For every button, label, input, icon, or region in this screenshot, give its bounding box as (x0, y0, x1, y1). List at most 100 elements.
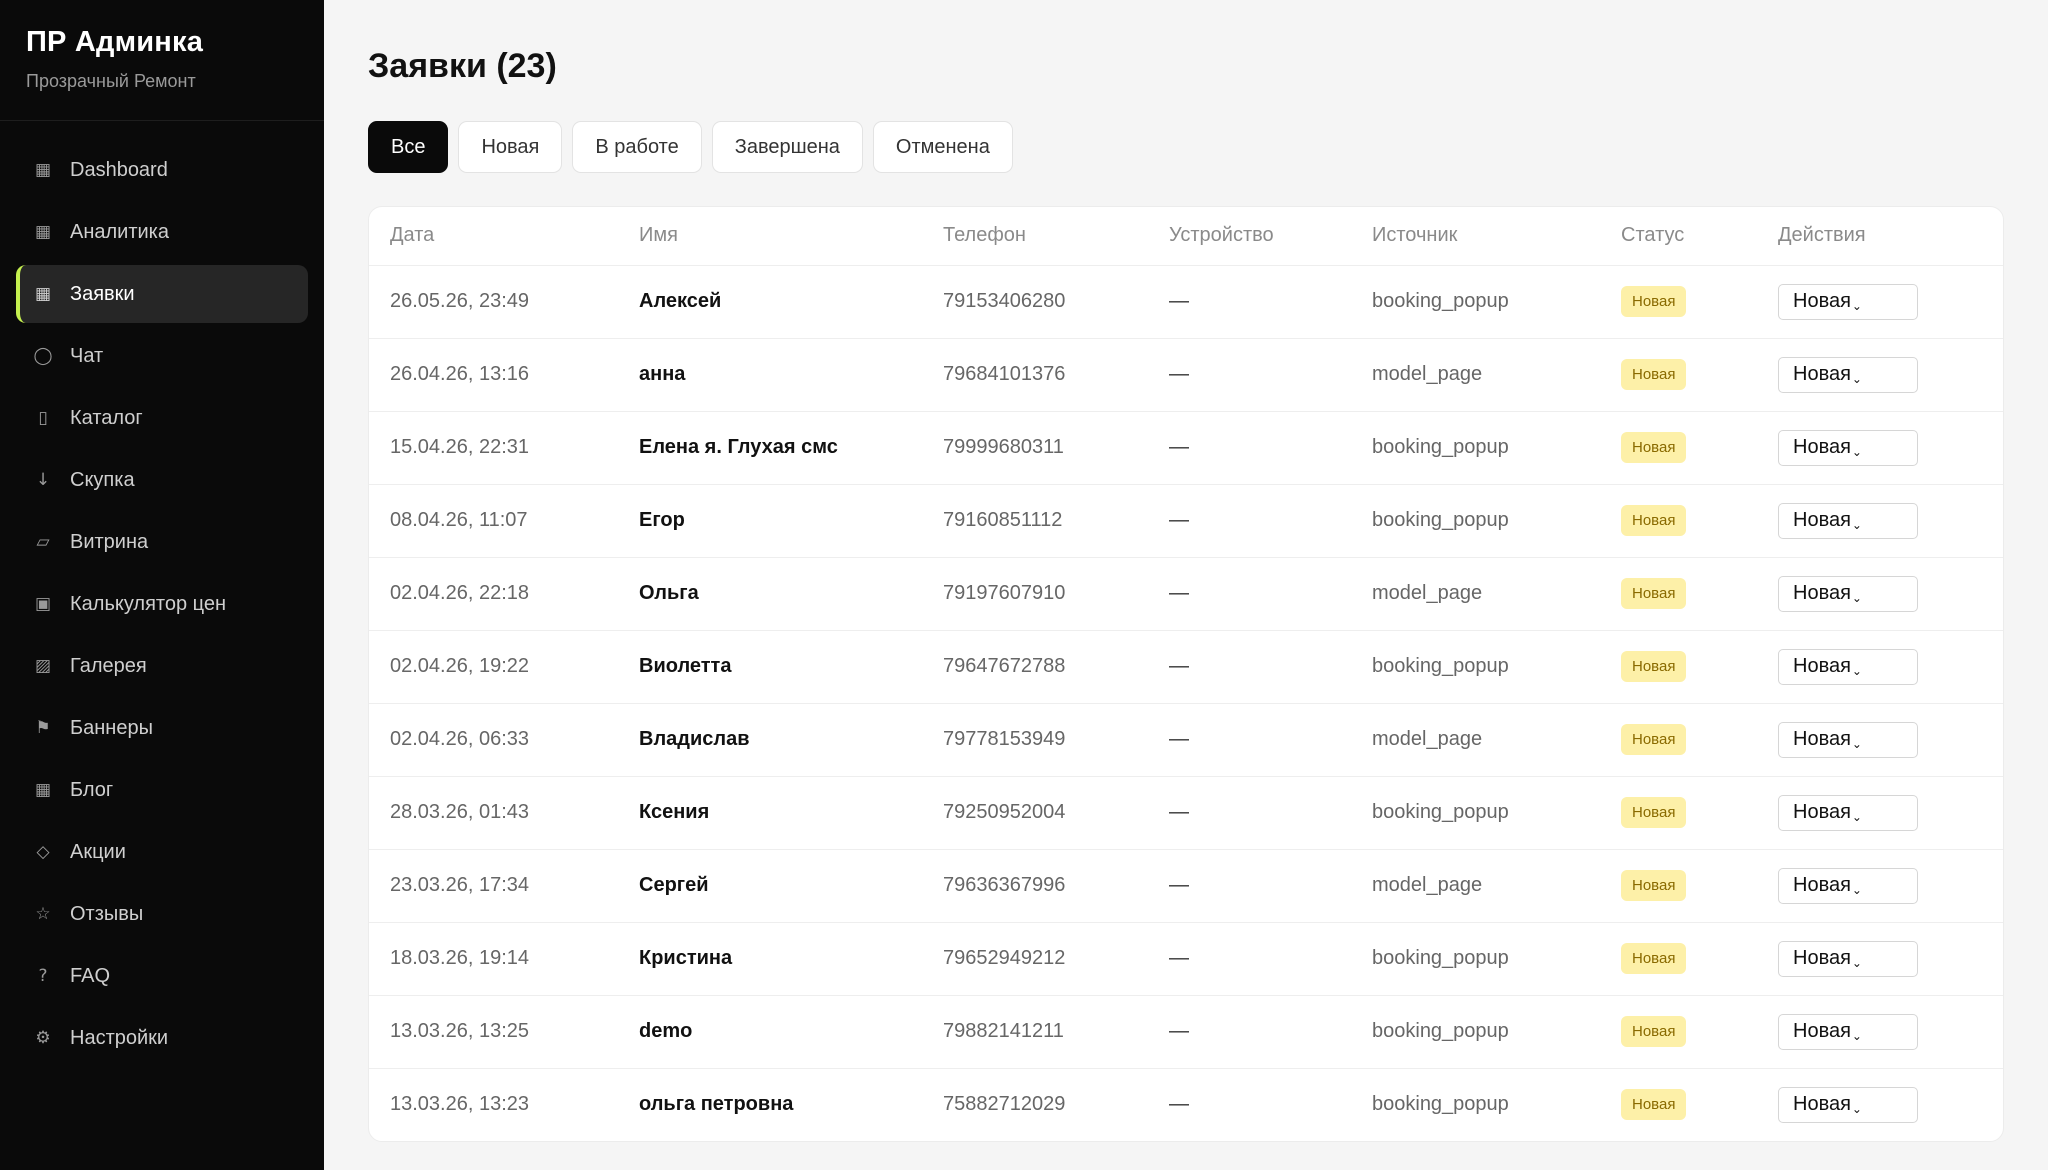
sidebar-item[interactable]: ⚑ Баннеры (16, 699, 308, 757)
phone-cell: 79197607910 (922, 557, 1148, 631)
table-row: 23.03.26, 17:34 Сергей 79636367996— model_p… (369, 849, 2003, 923)
status-cell: Новая (1600, 776, 1757, 850)
status-select[interactable]: Новая ⌄ (1778, 575, 1918, 612)
status-select[interactable]: Новая ⌄ (1778, 283, 1918, 320)
filter-button[interactable]: Новая (458, 121, 563, 173)
source-cell: model_page (1351, 849, 1600, 923)
date-cell: 08.04.26, 11:07 (369, 484, 618, 558)
status-select[interactable]: Новая ⌄ (1778, 867, 1918, 904)
column-header: Источник (1351, 207, 1600, 266)
status-select[interactable]: Новая ⌄ (1778, 502, 1918, 539)
date-cell: 26.04.26, 13:16 (369, 338, 618, 412)
device-cell: — (1148, 484, 1351, 558)
sidebar-item[interactable]: ▦ Заявки (16, 265, 308, 323)
sidebar-item[interactable]: ▦ Аналитика (16, 203, 308, 261)
table-body: 26.05.26, 23:49 Алексей 79153406280— bookin… (369, 265, 2003, 1141)
status-badge: Новая (1621, 432, 1687, 463)
sidebar-item-label: Блог (70, 778, 114, 801)
calculator-icon: ▣ (34, 594, 52, 614)
status-select-value: Новая (1793, 509, 1851, 531)
device-cell: — (1148, 995, 1351, 1069)
sidebar-item[interactable]: ☆ Отзывы (16, 885, 308, 943)
table-row: 08.04.26, 11:07 Егор 79160851112— booking_p… (369, 484, 2003, 558)
status-select[interactable]: Новая ⌄ (1778, 356, 1918, 393)
source-cell: booking_popup (1351, 630, 1600, 704)
filter-button[interactable]: Завершена (711, 121, 863, 173)
table-row: 13.03.26, 13:25 demo 79882141211— booking_p… (369, 995, 2003, 1069)
chevron-down-icon: ⌄ (1851, 955, 1862, 970)
device-cell: — (1148, 776, 1351, 850)
status-select[interactable]: Новая ⌄ (1778, 721, 1918, 758)
date-cell: 28.03.26, 01:43 (369, 776, 618, 850)
sidebar-item-label: Баннеры (70, 716, 153, 739)
sidebar-item-label: Каталог (70, 406, 143, 429)
status-badge: Новая (1621, 578, 1687, 609)
date-cell: 15.04.26, 22:31 (369, 411, 618, 485)
brand: ПР Админка Прозрачный Ремонт (0, 0, 324, 121)
sidebar-item[interactable]: ↓ Скупка (16, 451, 308, 509)
requests-icon: ▦ (34, 284, 52, 304)
requests-table-card: Дата Имя Телефон Устройство Источник Статус Де… (368, 206, 2004, 1142)
actions-cell: Новая ⌄ (1757, 849, 2003, 923)
reviews-icon: ☆ (35, 904, 51, 924)
filter-button[interactable]: Все (368, 121, 449, 173)
status-select[interactable]: Новая ⌄ (1778, 1086, 1918, 1123)
status-cell: Новая (1600, 922, 1757, 996)
table-row: 18.03.26, 19:14 Кристина 79652949212— booki… (369, 922, 2003, 996)
phone-cell: 79652949212 (922, 922, 1148, 996)
date-cell: 18.03.26, 19:14 (369, 922, 618, 996)
sidebar-item[interactable]: ▨ Галерея (16, 637, 308, 695)
table-row: 26.04.26, 13:16 анна 79684101376— model_pag… (369, 338, 2003, 412)
sidebar-item[interactable]: ▦ Блог (16, 761, 308, 819)
sidebar-nav: ▦ Dashboard ▦ Аналитика ▦ Заявки ◯ Чат ▯ Каталог ↓… (0, 121, 324, 1071)
status-select[interactable]: Новая ⌄ (1778, 940, 1918, 977)
column-header: Телефон (922, 207, 1148, 266)
chevron-down-icon: ⌄ (1851, 882, 1862, 897)
sidebar-item[interactable]: ▯ Каталог (16, 389, 308, 447)
table-row: 28.03.26, 01:43 Ксения 79250952004— booking… (369, 776, 2003, 850)
name-cell: Ольга (618, 557, 922, 631)
sidebar-item-label: Скупка (70, 468, 135, 491)
status-cell: Новая (1600, 484, 1757, 558)
status-badge: Новая (1621, 505, 1687, 536)
status-select[interactable]: Новая ⌄ (1778, 429, 1918, 466)
filter-button[interactable]: Отменена (872, 121, 1013, 173)
chevron-down-icon: ⌄ (1851, 1101, 1862, 1116)
sidebar-item[interactable]: ▦ Dashboard (16, 141, 308, 199)
status-select[interactable]: Новая ⌄ (1778, 794, 1918, 831)
sidebar-item-label: Заявки (70, 282, 135, 305)
sidebar-item[interactable]: ◯ Чат (16, 327, 308, 385)
sidebar-item[interactable]: ? FAQ (16, 947, 308, 1005)
table-row: 13.03.26, 13:23 ольга петровна 75882712029… (369, 1068, 2003, 1141)
dashboard-icon: ▦ (34, 160, 52, 180)
actions-cell: Новая ⌄ (1757, 1068, 2003, 1141)
chevron-down-icon: ⌄ (1851, 298, 1862, 313)
date-cell: 02.04.26, 19:22 (369, 630, 618, 704)
chevron-down-icon: ⌄ (1851, 663, 1862, 678)
column-header: Статус (1600, 207, 1757, 266)
status-badge: Новая (1621, 1016, 1687, 1047)
phone-cell: 79647672788 (922, 630, 1148, 704)
status-cell: Новая (1600, 265, 1757, 339)
status-badge: Новая (1621, 1089, 1687, 1121)
sidebar-item-label: Аналитика (70, 220, 169, 243)
sidebar-item[interactable]: ▱ Витрина (16, 513, 308, 571)
device-cell: — (1148, 265, 1351, 339)
brand-title: ПР Админка (26, 26, 204, 58)
status-select[interactable]: Новая ⌄ (1778, 1013, 1918, 1050)
name-cell: demo (618, 995, 922, 1069)
phone-cell: 75882712029 (943, 1093, 1066, 1116)
actions-cell: Новая ⌄ (1757, 484, 2003, 558)
phone-cell: 79153406280 (922, 265, 1148, 339)
name-cell: Егор (618, 484, 922, 558)
status-select[interactable]: Новая ⌄ (1778, 648, 1918, 685)
date-cell: 02.04.26, 22:18 (369, 557, 618, 631)
sidebar-item[interactable]: ⚙ Настройки (16, 1009, 308, 1067)
filter-button[interactable]: В работе (572, 121, 702, 173)
promotions-icon: ◇ (36, 842, 50, 862)
source-cell: booking_popup (1351, 484, 1600, 558)
sidebar-item[interactable]: ▣ Калькулятор цен (16, 575, 308, 633)
sidebar-item[interactable]: ◇ Акции (16, 823, 308, 881)
table-header-row: Дата Имя Телефон Устройство Источник Статус Де… (369, 207, 2003, 266)
source-cell: model_page (1351, 703, 1600, 777)
